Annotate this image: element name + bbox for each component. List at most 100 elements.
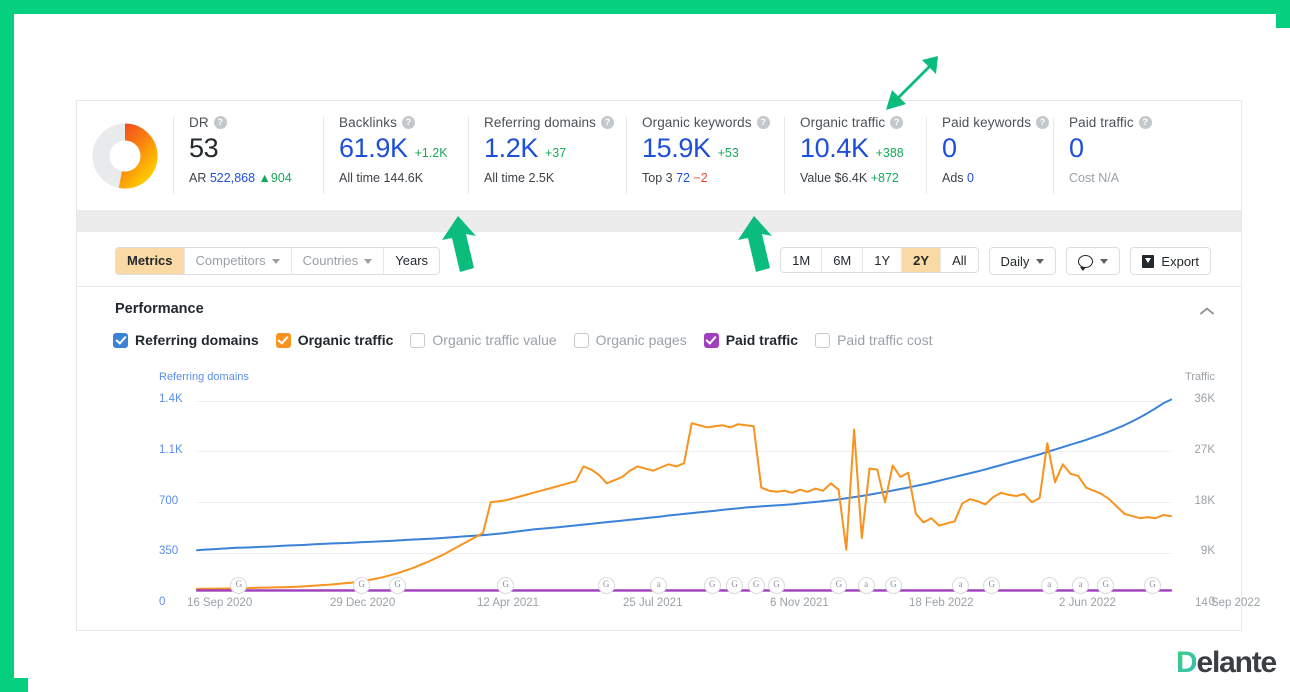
legend-organic-traffic[interactable]: Organic traffic [275,332,394,348]
range-2y[interactable]: 2Y [902,248,942,272]
tab-competitors[interactable]: Competitors [185,248,292,274]
granularity-dropdown[interactable]: Daily [988,247,1057,275]
tab-years[interactable]: Years [384,248,439,274]
metric-paid-traffic: Paid traffic ? 0 Cost N/A [1053,101,1178,210]
performance-chart[interactable]: Referring domains Traffic 1.4K 1.1K 700 … [77,365,1260,630]
range-6m[interactable]: 6M [822,248,864,272]
tab-competitors-label: Competitors [195,253,266,268]
page-title: Performance [115,301,204,317]
checkbox-icon[interactable] [573,332,589,348]
metric-paid-traffic-value: 0 [1069,133,1084,163]
help-icon[interactable]: ? [1138,116,1152,129]
metric-backlinks-label-text: Backlinks [339,115,397,130]
tab-countries-label: Countries [302,253,359,268]
metric-paid-keywords: Paid keywords ? 0 Ads 0 [926,101,1053,210]
section-divider-band [76,210,1242,232]
legend-paid-traffic-cost[interactable]: Paid traffic cost [815,332,933,348]
event-marker[interactable]: G [353,577,371,594]
series-line-referring-domains [196,398,1172,552]
tab-countries[interactable]: Countries [292,248,385,274]
checkbox-icon[interactable] [113,332,128,348]
metric-paid-keywords-sub-value: 0 [967,171,974,185]
range-1y[interactable]: 1Y [863,248,903,272]
metric-paid-keywords-sub: Ads 0 [942,171,1053,185]
series-legend: Referring domains Organic traffic Organi… [113,332,933,348]
metric-paid-traffic-sub: Cost N/A [1069,171,1178,185]
x-tick-2: 12 Apr 2021 [477,597,540,609]
date-range-group: 1M 6M 1Y 2Y All [780,247,979,273]
metric-referring-domains-label-text: Referring domains [484,115,597,130]
checkbox-icon[interactable] [815,332,831,348]
dr-donut-cell [77,101,173,210]
metric-referring-domains-sub-label: All time [484,171,525,185]
metric-referring-domains-delta: +37 [544,146,567,160]
metric-backlinks-sub-value: 144.6K [383,171,424,185]
metric-dr: DR ? 53 AR 522,868 ▲904 [173,101,323,210]
legend-organic-traffic-value[interactable]: Organic traffic value [410,332,557,348]
chevron-up-icon[interactable] [1199,303,1215,315]
event-marker[interactable]: a [1040,577,1058,594]
event-marker[interactable]: G [747,577,765,594]
chevron-down-icon [271,258,280,264]
legend-referring-domains-label: Referring domains [135,332,259,348]
checkbox-icon[interactable] [703,332,719,348]
checkbox-icon[interactable] [410,332,426,348]
annotation-arrow-top [878,50,944,121]
metric-organic-keywords-label: Organic keywords ? [642,115,784,130]
legend-organic-traffic-value-label: Organic traffic value [432,332,557,348]
event-marker[interactable]: G [597,577,615,594]
metric-dr-sub-value: 522,868 [209,171,256,185]
metric-paid-traffic-label-text: Paid traffic [1069,115,1134,130]
metric-dr-label-text: DR [189,115,209,130]
metric-organic-traffic-sub-value: $6.4K [834,171,868,185]
legend-referring-domains[interactable]: Referring domains [113,332,259,348]
annotations-dropdown[interactable] [1066,247,1121,275]
metric-referring-domains: Referring domains ? 1.2K +37 All time 2.… [468,101,626,210]
metric-dr-value: 53 [189,133,219,163]
help-icon[interactable]: ? [601,116,615,129]
help-icon[interactable]: ? [1036,116,1050,129]
event-marker[interactable]: a [952,577,970,594]
metric-dr-sub-label: AR [189,171,207,185]
metric-backlinks-value: 61.9K [339,133,408,163]
chart-toolbar: Metrics Competitors Countries Years 1M 6… [76,232,1242,286]
checkbox-icon[interactable] [275,332,291,348]
metric-dr-label: DR ? [189,115,323,130]
legend-organic-pages[interactable]: Organic pages [573,332,687,348]
metric-organic-keywords: Organic keywords ? 15.9K +53 Top 3 72 −2 [626,101,784,210]
logo-initial: D [1176,646,1198,679]
legend-paid-traffic[interactable]: Paid traffic [703,332,798,348]
metric-paid-traffic-sub-label: Cost [1069,171,1095,185]
metric-organic-traffic-sub-extra: +872 [870,171,899,185]
tab-metrics[interactable]: Metrics [116,248,185,274]
event-marker[interactable]: G [1144,577,1162,594]
legend-organic-traffic-label: Organic traffic [297,332,394,348]
event-marker[interactable]: G [768,577,786,594]
x-tick-6: 2 Jun 2022 [1059,597,1116,609]
help-icon[interactable]: ? [756,116,770,129]
range-all[interactable]: All [941,248,977,272]
metric-organic-keywords-delta: +53 [717,146,739,160]
metric-dr-sub-extra: ▲904 [258,171,292,185]
metric-paid-keywords-value: 0 [942,133,957,163]
metric-referring-domains-sub: All time 2.5K [484,171,626,185]
export-button[interactable]: Export [1130,247,1211,275]
event-marker[interactable]: a [1071,577,1089,594]
legend-organic-pages-label: Organic pages [595,332,687,348]
comment-icon [1078,254,1094,271]
dr-donut-chart [92,123,158,189]
x-tick-7: 14 Sep 2022 [1195,597,1261,609]
download-icon [1142,254,1155,268]
metric-organic-keywords-sub-extra: −2 [693,171,708,185]
annotation-arrow-left [440,214,492,281]
event-marker[interactable]: G [703,577,721,594]
event-marker[interactable]: G [884,577,902,594]
series-line-organic-traffic [196,422,1172,590]
delante-logo: Delante [1176,646,1277,680]
help-icon[interactable]: ? [401,116,415,129]
help-icon[interactable]: ? [213,116,227,129]
green-frame-border: DR ? 53 AR 522,868 ▲904 Backlinks ? 61.9… [0,0,1290,692]
metric-paid-keywords-label-text: Paid keywords [942,115,1032,130]
event-marker[interactable]: a [857,577,875,594]
x-tick-4: 6 Nov 2021 [770,597,829,609]
